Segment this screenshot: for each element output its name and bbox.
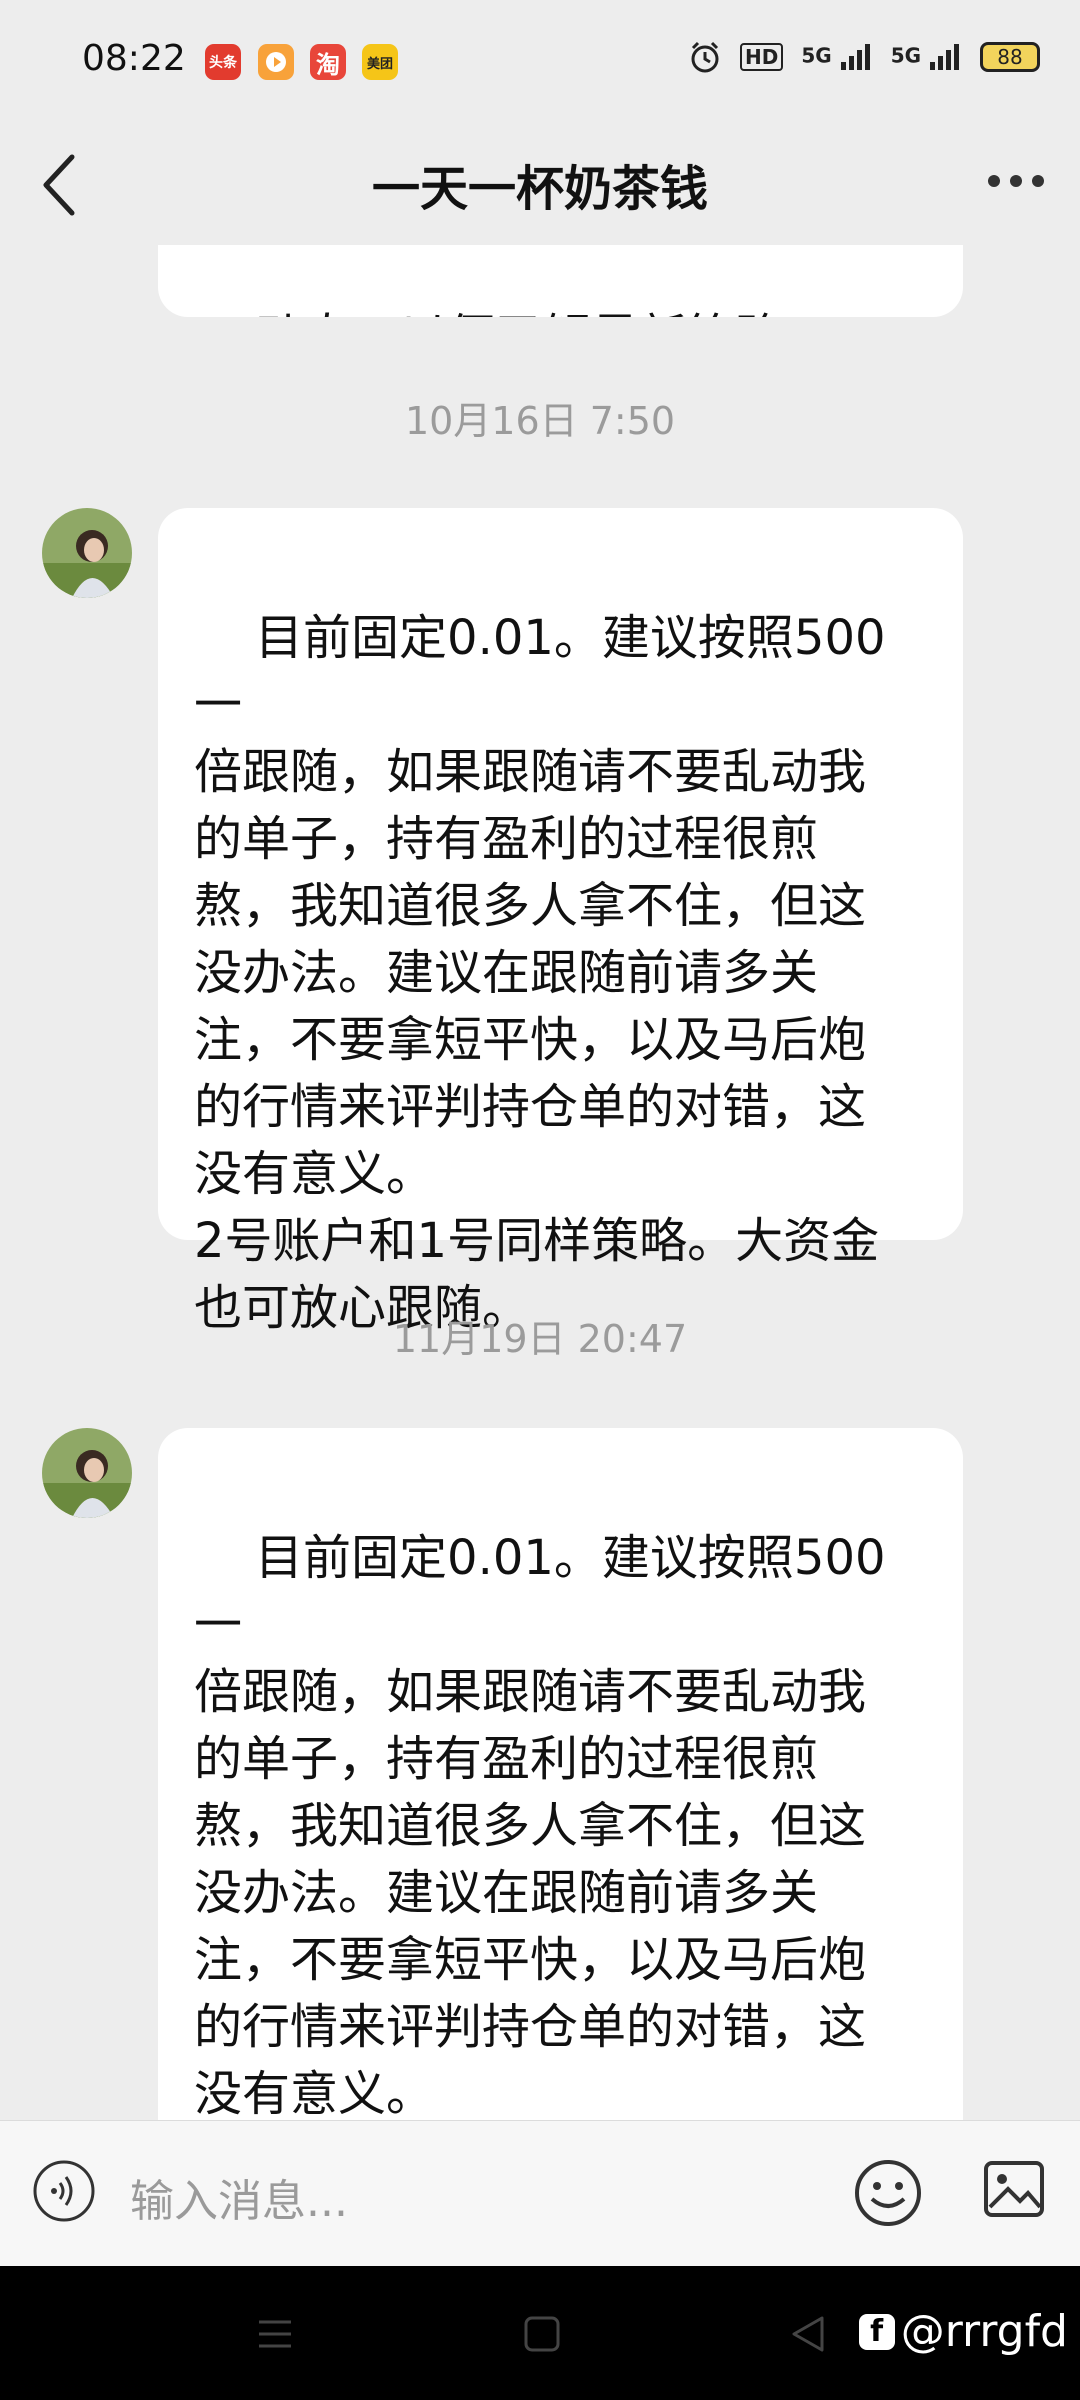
more-options-button[interactable] [988, 175, 1044, 187]
status-right-icons: HD 5G 5G 88 [688, 40, 1040, 74]
taobao-app-icon: 淘 [310, 44, 346, 80]
chat-header: 一天一杯奶茶钱 [0, 125, 1080, 245]
hd-icon: HD [740, 43, 784, 71]
facebook-icon: f [858, 2313, 895, 2350]
message-timestamp: 11月19日 20:47 [392, 1317, 688, 1361]
video-app-icon [258, 44, 294, 80]
message-input[interactable]: 输入消息... [130, 2165, 348, 2229]
message-input-bar: 输入消息... [0, 2120, 1080, 2267]
message-timestamp: 10月16日 7:50 [404, 399, 676, 443]
signal-5g-2-icon: 5G [891, 42, 962, 72]
more-dot-icon [1032, 175, 1044, 187]
watermark: f @rrrgfd [858, 2306, 1068, 2357]
status-bar: 08:22 头条 淘 美团 HD 5G 5G 88 [0, 0, 1080, 125]
status-time: 08:22 [82, 38, 186, 79]
alarm-icon [691, 41, 719, 73]
message-bubble[interactable]: 目前固定0.01。建议按照500一 倍跟随，如果跟随请不要乱动我 的单子，持有盈… [158, 1428, 963, 2120]
system-nav-bar: f @rrrgfd [0, 2266, 1080, 2400]
more-dot-icon [988, 175, 1000, 187]
avatar[interactable] [42, 1428, 132, 1518]
battery-indicator: 88 [980, 42, 1040, 72]
message-text: 目前固定0.01。建议按照500一 倍跟随，如果跟随请不要乱动我 的单子，持有盈… [194, 1530, 886, 2120]
signal-5g-icon: 5G [801, 42, 872, 72]
chat-message-list[interactable]: 动态，以便了解最新策略 10月16日 7:50 目前固定0.01。建议按照500… [0, 245, 1080, 2120]
message-bubble-partial[interactable]: 动态，以便了解最新策略 [158, 245, 963, 317]
emoji-icon[interactable] [852, 2157, 924, 2229]
menu-icon[interactable] [255, 2314, 295, 2354]
back-nav-icon[interactable] [788, 2314, 828, 2354]
toutiao-app-icon: 头条 [205, 44, 241, 80]
voice-input-icon[interactable] [32, 2159, 96, 2223]
image-picker-icon[interactable] [982, 2157, 1046, 2221]
message-text: 目前固定0.01。建议按照500一 倍跟随，如果跟随请不要乱动我 的单子，持有盈… [194, 610, 886, 1336]
avatar[interactable] [42, 508, 132, 598]
watermark-text: @rrrgfd [900, 2306, 1068, 2357]
home-icon[interactable] [522, 2314, 562, 2354]
message-bubble[interactable]: 目前固定0.01。建议按照500一 倍跟随，如果跟随请不要乱动我 的单子，持有盈… [158, 508, 963, 1336]
more-dot-icon [1010, 175, 1022, 187]
meituan-app-icon: 美团 [362, 44, 398, 80]
message-text: 动态，以便了解最新策略 [255, 309, 783, 317]
chat-title: 一天一杯奶茶钱 [371, 161, 708, 217]
